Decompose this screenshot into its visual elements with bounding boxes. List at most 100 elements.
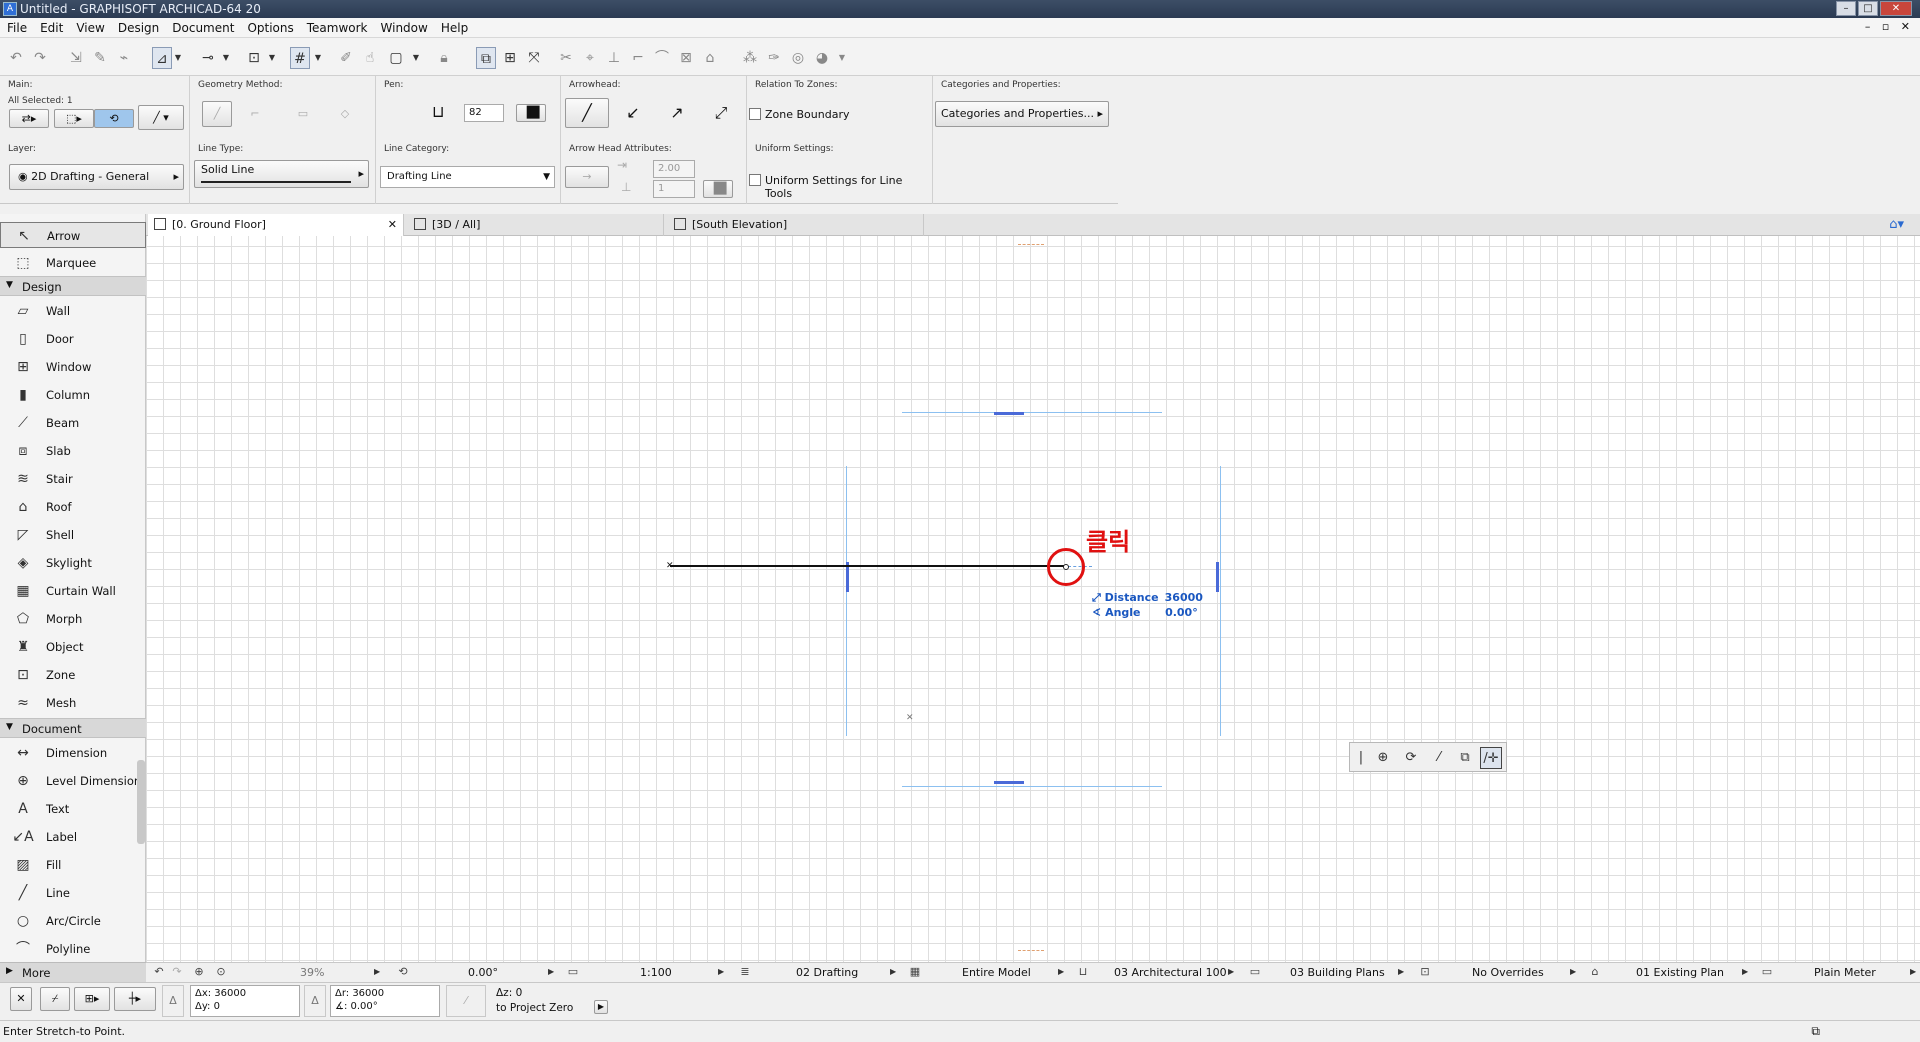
tool-arc-circle[interactable]: ○ Arc/Circle xyxy=(0,908,146,934)
tab-bar-menu-icon[interactable]: ⌂▾ xyxy=(1889,217,1904,232)
fillet-icon[interactable]: ⌐ xyxy=(628,47,648,69)
chevron-down-icon[interactable]: ▼ xyxy=(220,47,232,69)
drawing-canvas[interactable]: ✕ ✕ 클릭 ⤢ Distance 36000 ∢ Angle 0.00° xyxy=(146,236,1920,962)
palette-grip[interactable]: | xyxy=(1358,747,1364,769)
drawn-line[interactable] xyxy=(670,565,1068,567)
tool-zone[interactable]: ⊡ Zone xyxy=(0,662,146,688)
uniform-settings-checkbox[interactable] xyxy=(749,174,761,186)
split-icon[interactable]: ⁄ xyxy=(1428,747,1450,769)
copy-icon[interactable]: ⧉ xyxy=(1454,747,1476,769)
arrow-size-field[interactable]: 2.00 xyxy=(653,160,695,178)
tool-roof[interactable]: ⌂ Roof xyxy=(0,494,146,520)
move-node-icon[interactable]: ⊕ xyxy=(1372,747,1394,769)
brush-icon[interactable]: ✑ xyxy=(764,47,784,69)
tool-curtain-wall[interactable]: ▦ Curtain Wall xyxy=(0,578,146,604)
chevron-right-icon[interactable]: ▶ xyxy=(1398,967,1404,976)
menu-design[interactable]: Design xyxy=(111,18,165,35)
snap-guides-icon[interactable]: ┼▸ xyxy=(114,987,156,1011)
snap-reference-icon[interactable]: ⊡ xyxy=(244,47,264,69)
layer-combination[interactable]: 02 Drafting xyxy=(796,966,858,979)
tool-slab[interactable]: ⧈ Slab xyxy=(0,438,146,464)
arrow-pen-field[interactable]: 1 xyxy=(653,180,695,198)
no-arrow-icon[interactable]: ╱ xyxy=(565,98,609,128)
inject-icon[interactable]: ✎ xyxy=(90,47,110,69)
arrow-start-icon[interactable]: ↙ xyxy=(615,98,651,128)
document-group-header[interactable]: ▼ Document xyxy=(0,718,146,738)
more-tools-button[interactable]: ▶ More xyxy=(0,962,146,982)
tool-door[interactable]: ▯ Door xyxy=(0,326,146,352)
minimize-button[interactable]: – xyxy=(1836,1,1856,16)
pencil-icon[interactable]: ✐ xyxy=(336,47,356,69)
single-line-icon[interactable]: ╱ xyxy=(202,101,232,127)
lock-icon[interactable]: 🔒︎ xyxy=(434,47,454,69)
undo-icon[interactable]: ↶ xyxy=(6,47,26,69)
tool-fill[interactable]: ▨ Fill xyxy=(0,852,146,878)
pen-number-field[interactable]: 82 xyxy=(464,104,504,122)
model-view-option[interactable]: Entire Model xyxy=(962,966,1031,979)
chevron-right-icon[interactable]: ▶ xyxy=(1910,967,1916,976)
line-start-node-icon[interactable]: ✕ xyxy=(666,561,674,571)
chevron-down-icon[interactable]: ▼ xyxy=(836,47,848,69)
tool-label[interactable]: ↙A Label xyxy=(0,824,146,850)
chevron-down-icon[interactable]: ▼ xyxy=(266,47,278,69)
tool-polyline[interactable]: ⌒ Polyline xyxy=(0,936,146,962)
pick-up-icon[interactable]: ⇲ xyxy=(66,47,86,69)
tool-wall[interactable]: ▱ Wall xyxy=(0,298,146,324)
chevron-right-icon[interactable]: ▶ xyxy=(594,1000,608,1014)
chevron-right-icon[interactable]: ▶ xyxy=(1742,967,1748,976)
polar-coordinates[interactable]: Δr: 36000 ∡: 0.00° xyxy=(330,985,440,1017)
graphic-override[interactable]: No Overrides xyxy=(1472,966,1544,979)
chevron-down-icon[interactable]: ▼ xyxy=(410,47,422,69)
arrow-end-icon[interactable]: ↗ xyxy=(659,98,695,128)
chevron-right-icon[interactable]: ▶ xyxy=(718,967,724,976)
render-icon[interactable]: ◕ xyxy=(812,47,832,69)
renovation-filter[interactable]: 01 Existing Plan xyxy=(1636,966,1724,979)
line-category-select[interactable]: Drafting Line ▼ xyxy=(380,166,555,188)
scissors-icon[interactable]: ✂ xyxy=(556,47,576,69)
document-window-controls[interactable]: – ▫ ✕ xyxy=(1865,20,1914,33)
house-icon[interactable]: ⌂ xyxy=(700,47,720,69)
tool-column[interactable]: ▮ Column xyxy=(0,382,146,408)
tool-window[interactable]: ⊞ Window xyxy=(0,354,146,380)
adjust-icon[interactable]: ⌖ xyxy=(580,47,600,69)
arrow-pen-swatch[interactable]: ▐█ xyxy=(703,180,733,198)
tool-skylight[interactable]: ◈ Skylight xyxy=(0,550,146,576)
cursor-snap-icon[interactable]: ⌿ xyxy=(40,987,70,1011)
pen-color-swatch[interactable]: ▐█ xyxy=(516,104,546,122)
explode-icon[interactable]: ⁂ xyxy=(740,47,760,69)
tab-ground-floor[interactable]: [0. Ground Floor] ✕ xyxy=(148,214,404,236)
tool-mesh[interactable]: ≈ Mesh xyxy=(0,690,146,716)
chevron-right-icon[interactable]: ▶ xyxy=(1570,967,1576,976)
tool-level-dimension[interactable]: ⊕ Level Dimension xyxy=(0,768,146,794)
scale-value[interactable]: 1:100 xyxy=(640,966,672,979)
trace-reference-icon[interactable]: ⧉ xyxy=(476,47,496,69)
globe-icon[interactable]: ◎ xyxy=(788,47,808,69)
chevron-right-icon[interactable]: ▶ xyxy=(1228,967,1234,976)
fit-icon[interactable]: ⤧ xyxy=(524,47,544,69)
fit-in-window-icon[interactable]: ⊙ xyxy=(214,965,228,979)
suspend-groups-icon[interactable]: ▢ xyxy=(386,47,406,69)
resize-icon[interactable]: ⊠ xyxy=(676,47,696,69)
chevron-down-icon[interactable]: ▼ xyxy=(172,47,184,69)
rotated-rectangle-icon[interactable]: ◇ xyxy=(330,101,360,127)
snap-icon[interactable]: ⊸ xyxy=(198,47,218,69)
eyedropper-icon[interactable]: ⌁ xyxy=(114,47,134,69)
snap-cross-icon[interactable]: ✕ xyxy=(10,987,32,1011)
undo-zoom-icon[interactable]: ↶ xyxy=(152,965,166,979)
zone-boundary-checkbox[interactable] xyxy=(749,108,761,120)
menu-options[interactable]: Options xyxy=(240,18,299,35)
hand-icon[interactable]: ☝ xyxy=(360,47,380,69)
chevron-right-icon[interactable]: ▶ xyxy=(374,967,380,976)
polar-coords-icon[interactable]: Δ xyxy=(304,985,326,1017)
menu-teamwork[interactable]: Teamwork xyxy=(300,18,374,35)
line-style-button[interactable]: ╱ ▾ xyxy=(138,105,184,130)
grid-snap-icon[interactable]: ⊞▸ xyxy=(74,987,110,1011)
tool-line[interactable]: ╱ Line xyxy=(0,880,146,906)
linetype-dropdown[interactable]: Solid Line ▸ xyxy=(194,160,369,188)
chevron-down-icon[interactable]: ▼ xyxy=(312,47,324,69)
arrow-type-icon[interactable]: → xyxy=(565,166,609,188)
menu-window[interactable]: Window xyxy=(374,18,434,35)
z-coordinate-icon[interactable]: ⁄ xyxy=(446,985,486,1017)
menu-view[interactable]: View xyxy=(69,18,110,35)
arrow-both-icon[interactable]: ⤢ xyxy=(703,98,739,128)
